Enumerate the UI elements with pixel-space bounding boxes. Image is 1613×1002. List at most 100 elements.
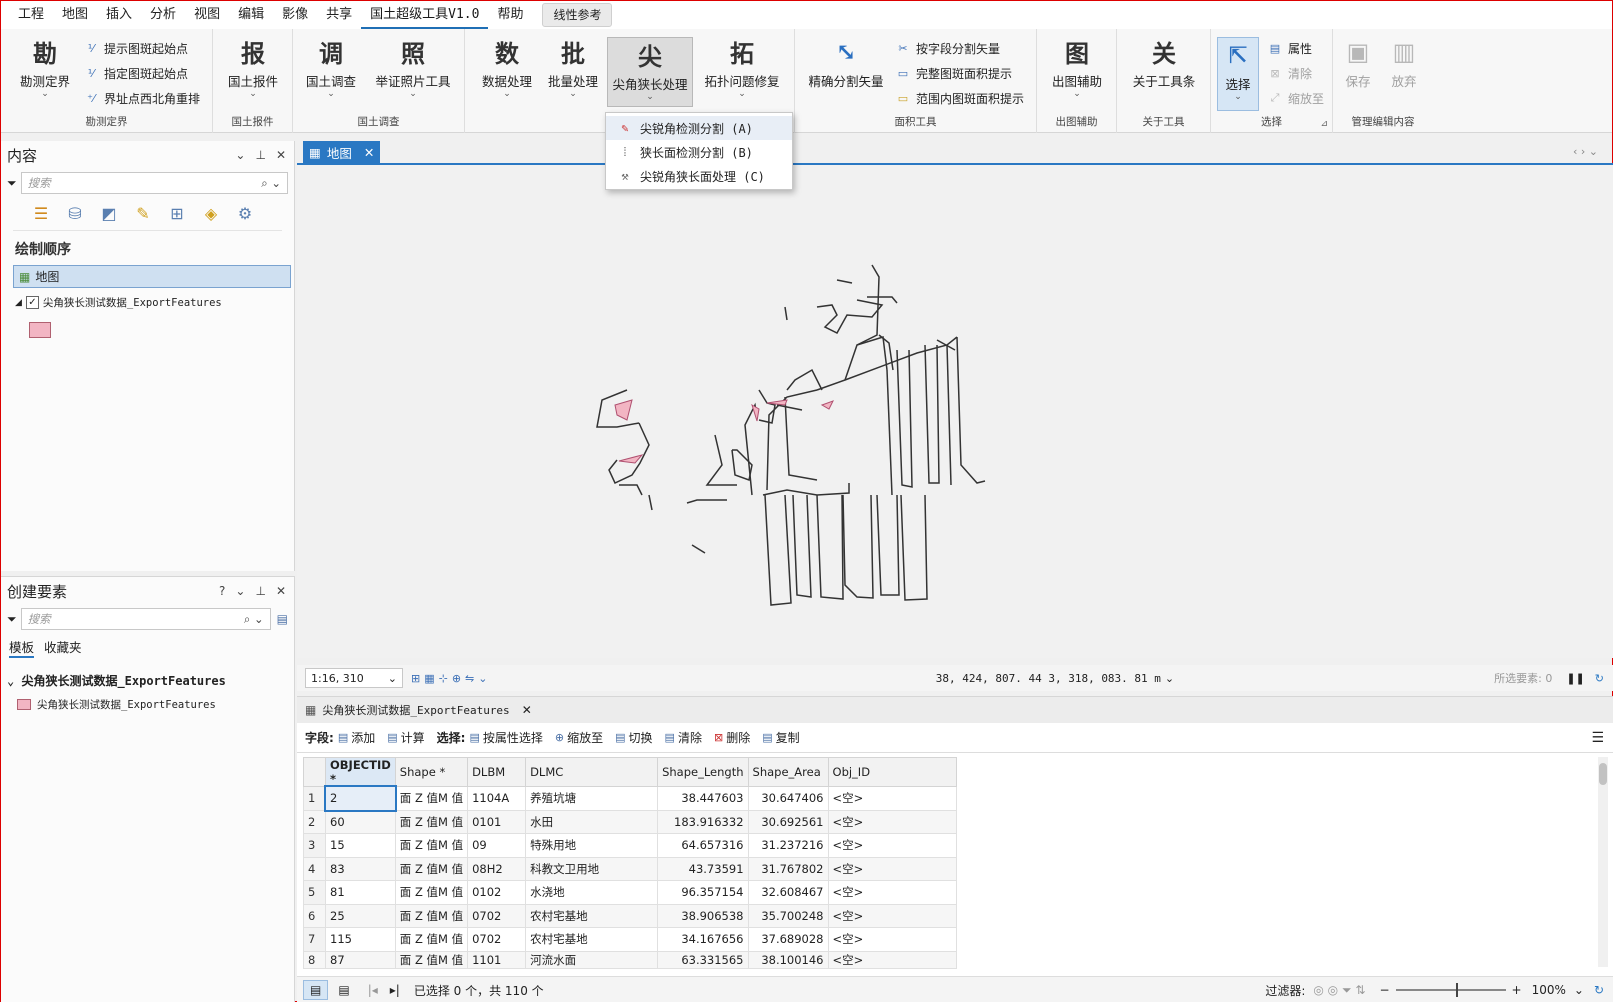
close-icon[interactable]: ✕ [276,148,286,162]
select-by-attribute-button[interactable]: ▤ 按属性选择 [469,729,542,746]
refresh-icon[interactable]: ↻ [1594,983,1604,997]
discard-edits-button[interactable]: ▥ 放弃 [1383,35,1425,105]
narrow-split-item[interactable]: ⁞ 狭长面检测分割 (B) [606,140,792,164]
scrollbar-thumb[interactable] [1599,763,1607,785]
last-record-icon[interactable]: ▸| [390,983,400,997]
map-tools-icons[interactable]: ⊞▦⊹⊕⇋⌄ [411,672,491,685]
menu-view[interactable]: 视图 [185,1,229,29]
table-scrollbar[interactable] [1598,757,1608,967]
layer-symbol[interactable] [29,322,51,338]
tab-map[interactable]: ▦ 地图 ✕ [303,141,381,163]
menu-help[interactable]: 帮助 [488,1,532,29]
split-by-field-button[interactable]: ✂ 按字段分割矢量 [895,37,1000,59]
copy-selection-button[interactable]: ▤ 复制 [762,729,799,746]
topology-fix-button[interactable]: 拓 拓扑问题修复 ⌄ [699,35,785,105]
filter-icon[interactable]: ⏷ [7,612,17,627]
select-button[interactable]: ⇱ 选择 ⌄ [1217,37,1259,111]
selection-icon[interactable]: ◩ [99,203,119,223]
save-edits-button[interactable]: ▣ 保存 [1337,35,1379,105]
col-objectid[interactable]: OBJECTID * [325,757,396,787]
show-all-records-icon[interactable]: ▤ [303,980,329,1000]
attributes-button[interactable]: ▤ 属性 [1267,37,1312,59]
template-group[interactable]: ⌄ 尖角狭长测试数据_ExportFeatures [1,664,294,693]
col-dlmc[interactable]: DLMC [525,757,659,787]
menu-land-tools[interactable]: 国土超级工具V1.0 [361,1,489,29]
map-view[interactable] [297,163,1613,658]
close-icon[interactable]: ✕ [276,584,286,598]
chevron-down-icon[interactable]: ⌄ [235,148,245,162]
launcher-icon[interactable]: ⊿ [1320,119,1328,129]
tab-templates[interactable]: 模板 [9,637,35,658]
collapse-icon[interactable]: ⌄ [7,674,21,688]
set-start-point-button[interactable]: ¹⁄ 指定图斑起始点 [83,62,188,84]
table-row[interactable]: 3 15 面 Z 值M 值 09 特殊用地 64.657316 31.237216 <空> [303,833,957,858]
sharp-narrow-process-item[interactable]: ⚒ 尖锐角狭长面处理 (C) [606,164,792,188]
map-tree-item[interactable]: ▦ 地图 [13,265,291,288]
first-record-icon[interactable]: |◂ [368,983,378,997]
refresh-icon[interactable]: ↻ [1595,672,1604,685]
row-number-header[interactable] [303,757,326,787]
clear-selection-button[interactable]: ⊠ 清除 [1267,62,1312,84]
zoom-to-button[interactable]: ⤢ 缩放至 [1267,87,1324,109]
close-icon[interactable]: ✕ [364,145,374,160]
map-output-button[interactable]: 图 出图辅助 ⌄ [1045,35,1109,105]
land-investigation-button[interactable]: 调 国土调查 ⌄ [301,35,361,105]
drawing-order-icon[interactable]: ☰ [31,203,51,223]
menu-analysis[interactable]: 分析 [141,1,185,29]
perspective-icon[interactable]: ⚙ [235,203,255,223]
help-icon[interactable]: ? [219,584,225,598]
add-field-button[interactable]: ▤ 添加 [338,729,375,746]
menu-map[interactable]: 地图 [53,1,97,29]
table-row[interactable]: 6 25 面 Z 值M 值 0702 农村宅基地 38.906538 35.700248 <空… [303,903,957,928]
about-toolbar-button[interactable]: 关 关于工具条 [1123,35,1205,105]
precise-split-button[interactable]: ⤡ 精确分割矢量 [803,35,889,105]
full-area-hint-button[interactable]: ▭ 完整图斑面积提示 [895,62,1012,84]
menu-insert[interactable]: 插入 [97,1,141,29]
range-area-hint-button[interactable]: ▭ 范围内图斑面积提示 [895,87,1024,109]
batch-processing-button[interactable]: 批 批量处理 ⌄ [543,35,603,105]
chevron-down-icon[interactable]: ⌄ [1165,672,1174,685]
linear-reference-tab[interactable]: 线性参考 [542,3,613,27]
table-row[interactable]: 8 87 面 Z 值M 值 1101 河流水面 63.331565 38.100146 <空> [303,950,957,969]
chevron-down-icon[interactable]: ⌄ [235,584,245,598]
pin-icon[interactable]: ⊥ [255,584,265,598]
sharp-narrow-button[interactable]: 尖 尖角狭长处理 ⌄ [607,37,693,107]
table-row[interactable]: 7 115 面 Z 值M 值 0702 农村宅基地 34.167656 37.689028 <… [303,927,957,952]
table-row[interactable]: 12面 Z 值M 值 1104A 养殖坑塘 38.447603 30.647406 <空> [303,784,957,812]
pane-nav-icons[interactable]: ‹ › ⌄ [1573,145,1598,158]
feature-template[interactable]: 尖角狭长测试数据_ExportFeatures [1,693,294,716]
scale-dropdown[interactable]: 1:16, 310 ⌄ [305,668,403,688]
snapping-icon[interactable]: ⊞ [167,203,187,223]
filter-icon[interactable]: ⏷ [7,176,17,191]
calculate-field-button[interactable]: ▤ 计算 [387,729,424,746]
reorder-nw-button[interactable]: ⁺⁄ 界址点西北角重排 [83,87,200,109]
attribute-table-tab[interactable]: ▦ 尖角狭长测试数据_ExportFeatures ✕ [297,697,1613,723]
zoom-slider[interactable]: − + [1379,983,1522,997]
show-selected-records-icon[interactable]: ▤ [338,983,349,997]
table-row[interactable]: 4 83 面 Z 值M 值 08H2 科教文卫用地 43.73591 31.767802 <空… [303,856,957,881]
data-source-icon[interactable]: ⛁ [65,203,85,223]
editing-icon[interactable]: ✎ [133,203,153,223]
evidence-photo-button[interactable]: 照 举证照片工具 ⌄ [369,35,457,105]
create-search-input[interactable]: 搜索 ⌕ ⌄ [20,608,271,630]
col-shape-area[interactable]: Shape_Area [747,757,829,787]
chevron-down-icon[interactable]: ⌄ [1574,983,1584,997]
tab-favorites[interactable]: 收藏夹 [44,637,82,658]
sharp-angle-split-item[interactable]: ✎ 尖锐角检测分割 (A) [606,116,792,140]
menu-project[interactable]: 工程 [9,1,53,29]
pin-icon[interactable]: ⊥ [255,148,265,162]
visibility-checkbox[interactable]: ✓ [25,296,39,309]
manage-templates-icon[interactable]: ▤ [277,612,288,626]
col-shape-length[interactable]: Shape_Length [657,757,749,787]
contents-search-input[interactable]: 搜索 ⌕ ⌄ [20,172,288,194]
expand-icon[interactable]: ◢ [15,298,22,308]
data-processing-button[interactable]: 数 数据处理 ⌄ [477,35,537,105]
col-shape[interactable]: Shape * [394,757,469,787]
zoom-to-selection-button[interactable]: ⊕ 缩放至 [555,729,603,746]
layer-tree-item[interactable]: ◢ ✓ 尖角狭长测试数据_ExportFeatures [1,291,294,314]
switch-selection-button[interactable]: ▤ 切换 [615,729,652,746]
menu-share[interactable]: 共享 [317,1,361,29]
col-obj-id[interactable]: Obj_ID [827,757,957,787]
pause-icon[interactable]: ❚❚ [1566,672,1584,685]
close-icon[interactable]: ✕ [522,703,532,717]
